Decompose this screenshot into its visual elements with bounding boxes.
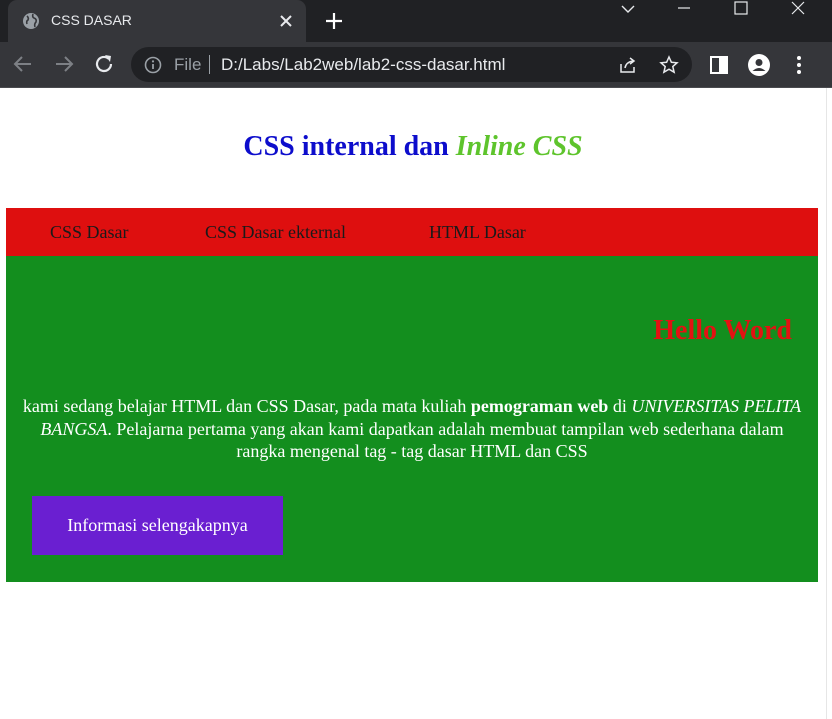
navbar: CSS Dasar CSS Dasar ekternal HTML Dasar	[6, 208, 818, 256]
info-icon[interactable]	[144, 56, 162, 74]
reload-icon[interactable]	[92, 52, 116, 76]
info-button[interactable]: Informasi selengakapnya	[32, 496, 283, 555]
file-label: File	[174, 55, 202, 74]
content-section: Hello Word kami sedang belajar HTML dan …	[6, 256, 818, 582]
para-text-1: kami sedang belajar HTML dan CSS Dasar, …	[22, 396, 471, 416]
page-title-inline: Inline CSS	[455, 131, 583, 162]
address-bar[interactable]: File D:/Labs/Lab2web/lab2-css-dasar.html	[131, 47, 692, 82]
browser-tab[interactable]: CSS DASAR	[8, 0, 306, 42]
chevron-down-icon[interactable]	[605, 0, 651, 30]
maximize-icon[interactable]	[718, 0, 764, 30]
browser-toolbar: File D:/Labs/Lab2web/lab2-css-dasar.html	[0, 42, 832, 88]
star-icon[interactable]	[659, 55, 679, 75]
close-icon[interactable]	[278, 13, 294, 29]
share-icon[interactable]	[618, 55, 638, 75]
menu-dots-icon[interactable]	[788, 54, 810, 76]
nav-link-css-dasar-ekternal[interactable]: CSS Dasar ekternal	[205, 222, 346, 243]
page-title-main: CSS internal dan	[243, 131, 456, 162]
side-panel-icon[interactable]	[708, 54, 730, 76]
para-text-2: di	[608, 396, 632, 416]
para-bold: pemograman web	[470, 396, 609, 416]
url-text[interactable]: D:/Labs/Lab2web/lab2-css-dasar.html	[221, 55, 505, 75]
page-title: CSS internal dan Inline CSS	[0, 131, 826, 163]
plus-icon[interactable]	[324, 11, 344, 31]
page-viewport: CSS internal dan Inline CSS CSS Dasar CS…	[0, 88, 826, 719]
browser-titlebar: CSS DASAR	[0, 0, 832, 42]
minimize-icon[interactable]	[661, 0, 707, 30]
address-separator	[209, 55, 210, 74]
tab-title: CSS DASAR	[51, 12, 132, 28]
forward-arrow-icon[interactable]	[52, 52, 76, 76]
window-edge	[826, 88, 832, 719]
profile-icon[interactable]	[748, 54, 770, 76]
window-close-icon[interactable]	[775, 0, 821, 30]
hello-heading: Hello Word	[653, 315, 792, 346]
nav-link-html-dasar[interactable]: HTML Dasar	[429, 222, 526, 243]
intro-paragraph: kami sedang belajar HTML dan CSS Dasar, …	[22, 395, 802, 463]
nav-link-css-dasar[interactable]: CSS Dasar	[50, 222, 129, 243]
globe-icon	[22, 12, 40, 30]
para-text-3: . Pelajarna pertama yang akan kami dapat…	[107, 418, 784, 462]
back-arrow-icon[interactable]	[11, 52, 35, 76]
